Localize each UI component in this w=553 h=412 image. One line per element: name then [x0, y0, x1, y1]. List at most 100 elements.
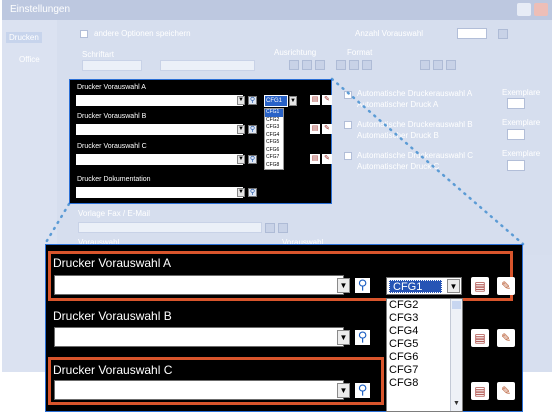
underline-icon[interactable] [362, 60, 372, 70]
save-options-label: andere Optionen speichern [94, 29, 191, 38]
small-printer-b-input[interactable] [76, 124, 243, 135]
small-label-c: Drucker Vorauswahl C [77, 143, 147, 150]
font-family-field[interactable] [160, 60, 255, 71]
format-icon-3[interactable] [446, 60, 456, 70]
auto-a2-label: Automatischer Druck A [357, 100, 439, 109]
printer-edit-icon[interactable]: ▤ [471, 277, 489, 295]
sidebar-item-drucken[interactable]: Drucken [6, 32, 42, 43]
label-printer-a: Drucker Vorauswahl A [53, 256, 172, 270]
printer-edit-icon[interactable]: ▤ [310, 154, 320, 164]
printer-a-input[interactable] [54, 275, 344, 295]
exemplare-c-spinner[interactable] [507, 160, 525, 171]
format-icon-1[interactable] [420, 60, 430, 70]
format-label: Format [347, 48, 373, 57]
scrollbar-thumb[interactable] [452, 301, 461, 309]
dropdown-arrow-icon[interactable]: ▼ [237, 155, 245, 164]
vorlage-field[interactable] [78, 222, 262, 233]
align-left-icon[interactable] [289, 60, 299, 70]
exemplare-b-label: Exemplare [502, 118, 541, 127]
printer-c-input[interactable] [54, 380, 344, 400]
exemplare-c-label: Exemplare [502, 149, 541, 158]
dropdown-arrow-icon[interactable]: ▼ [289, 96, 297, 106]
printer-edit-icon[interactable]: ▤ [310, 95, 320, 105]
align-center-icon[interactable] [302, 60, 312, 70]
printer-preselect-panel-zoomed: Drucker Vorauswahl A ▼ ⚲ CFG1 ▼ ▤ ✎ Druc… [45, 244, 523, 412]
auto-a-label: Automatische Druckerauswahl A [357, 89, 473, 98]
italic-icon[interactable] [349, 60, 359, 70]
magnifier-icon[interactable]: ⚲ [248, 125, 257, 134]
small-printer-c-input[interactable] [76, 154, 243, 165]
dropdown-arrow-icon[interactable]: ▼ [237, 125, 245, 134]
window-title: Einstellungen [10, 4, 71, 15]
printer-preselect-panel-small: Drucker Vorauswahl A ▼ ⚲ CFG1 ▼ CFG1 CFG… [69, 79, 332, 204]
magnifier-icon[interactable]: ⚲ [355, 383, 370, 398]
brush-tools-icon[interactable]: ✎ [497, 382, 515, 400]
font-size-field[interactable] [82, 60, 142, 71]
exemplare-a-spinner[interactable] [507, 98, 525, 109]
printer-edit-icon[interactable]: ▤ [471, 382, 489, 400]
list-item[interactable]: CFG5 [265, 139, 283, 147]
brush-tools-icon[interactable]: ✎ [322, 95, 332, 105]
vorlage-search-icon[interactable] [278, 223, 288, 233]
brush-tools-icon[interactable]: ✎ [322, 124, 332, 134]
brush-tools-icon[interactable]: ✎ [497, 329, 515, 347]
auto-b2-label: Automatischer Druck B [357, 131, 439, 140]
magnifier-icon[interactable]: ⚲ [355, 278, 370, 293]
dropdown-arrow-icon[interactable]: ▼ [337, 278, 350, 293]
small-label-a: Drucker Vorauswahl A [77, 84, 146, 91]
config-select[interactable]: CFG1 ▼ [386, 277, 462, 295]
auto-b-checkbox[interactable] [344, 121, 352, 129]
list-item[interactable]: CFG1 [265, 109, 283, 117]
magnifier-icon[interactable]: ⚲ [355, 330, 370, 345]
small-printer-a-input[interactable] [76, 95, 243, 106]
auto-c-label: Automatische Druckerauswahl C [357, 151, 474, 160]
exemplare-b-spinner[interactable] [507, 129, 525, 140]
small-label-doc: Drucker Dokumentation [77, 176, 151, 183]
list-item[interactable]: CFG3 [265, 124, 283, 132]
dropdown-arrow-icon[interactable]: ▼ [337, 330, 350, 345]
dropdown-arrow-icon[interactable]: ▼ [337, 383, 350, 398]
label-printer-b: Drucker Vorauswahl B [53, 309, 172, 323]
small-cfg-list[interactable]: CFG1 CFG2 CFG3 CFG4 CFG5 CFG6 CFG7 CFG8 [264, 108, 284, 170]
close-button[interactable] [534, 3, 548, 16]
count-spinner[interactable] [457, 28, 487, 39]
dropdown-arrow-icon[interactable]: ▼ [447, 279, 460, 293]
bold-icon[interactable] [336, 60, 346, 70]
small-label-b: Drucker Vorauswahl B [77, 113, 147, 120]
sidebar-item-office[interactable]: Office [16, 54, 43, 65]
vorlage-clear-icon[interactable] [265, 223, 275, 233]
printer-edit-icon[interactable]: ▤ [310, 124, 320, 134]
config-selected-value: CFG1 [389, 280, 442, 293]
schriftart-label: Schriftart [82, 50, 115, 59]
dropdown-arrow-icon[interactable]: ▼ [237, 96, 245, 105]
magnifier-icon[interactable]: ⚲ [248, 155, 257, 164]
list-item[interactable]: CFG6 [265, 147, 283, 155]
format-icon-2[interactable] [433, 60, 443, 70]
list-scrollbar[interactable]: ▼ [450, 299, 462, 411]
exemplare-a-label: Exemplare [502, 88, 541, 97]
config-dropdown-list[interactable]: CFG2 CFG3 CFG4 CFG5 CFG6 CFG7 CFG8 ▼ [386, 298, 463, 412]
label-printer-c: Drucker Vorauswahl C [53, 363, 173, 377]
magnifier-icon[interactable]: ⚲ [248, 188, 257, 197]
auto-c-checkbox[interactable] [344, 152, 352, 160]
small-cfg-select[interactable]: CFG1 [264, 95, 288, 107]
magnifier-icon[interactable]: ⚲ [248, 96, 257, 105]
list-item[interactable]: CFG2 [265, 117, 283, 125]
small-printer-doc-input[interactable] [76, 187, 243, 198]
auto-a-checkbox[interactable] [344, 91, 352, 99]
brush-tools-icon[interactable]: ✎ [497, 277, 515, 295]
dropdown-arrow-icon[interactable]: ▼ [237, 188, 245, 197]
brush-tools-icon[interactable]: ✎ [322, 154, 332, 164]
list-item[interactable]: CFG8 [265, 162, 283, 170]
printer-b-input[interactable] [54, 327, 344, 347]
save-options-checkbox[interactable] [80, 30, 88, 38]
align-right-icon[interactable] [315, 60, 325, 70]
list-item[interactable]: CFG7 [265, 154, 283, 162]
minimize-button[interactable] [517, 3, 531, 16]
count-apply-icon[interactable] [498, 29, 508, 39]
list-item[interactable]: CFG4 [265, 132, 283, 140]
scroll-down-icon[interactable]: ▼ [451, 400, 462, 410]
auto-b-label: Automatische Druckerauswahl B [357, 120, 473, 129]
printer-edit-icon[interactable]: ▤ [471, 329, 489, 347]
vorlage-label: Vorlage Fax / E-Mail [78, 209, 151, 218]
